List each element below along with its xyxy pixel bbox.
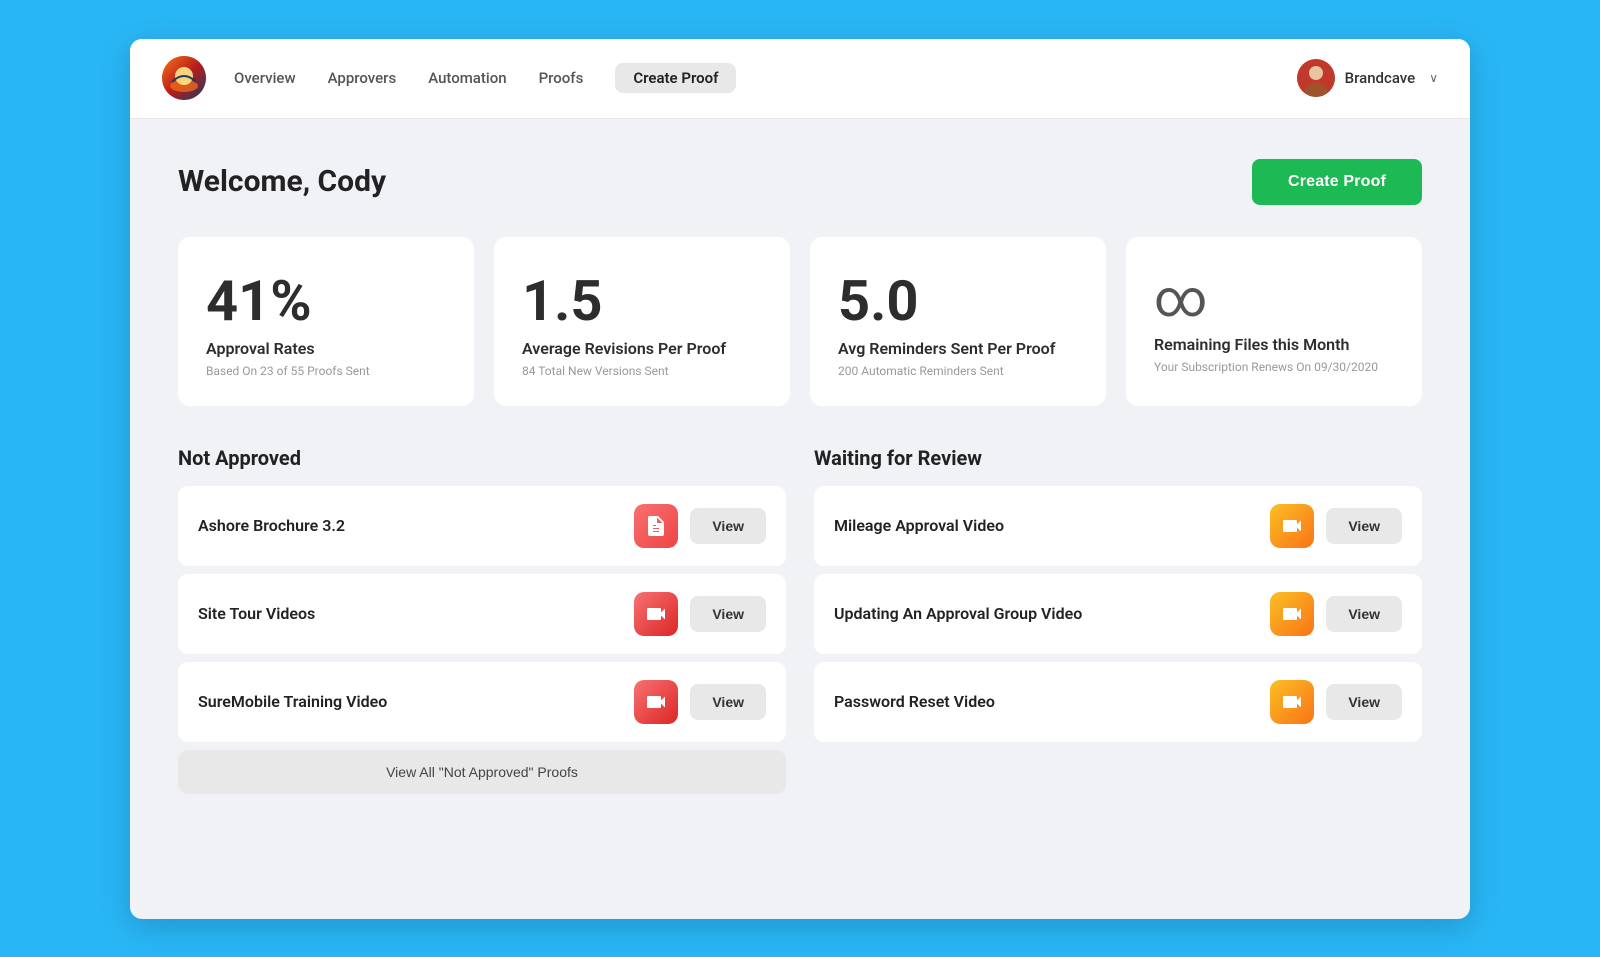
stat-card-approval: 41% Approval Rates Based On 23 of 55 Pro… <box>178 237 474 406</box>
view-proof-button[interactable]: View <box>690 596 766 632</box>
stat-label-files: Remaining Files this Month <box>1154 335 1349 354</box>
nav-create-proof[interactable]: Create Proof <box>615 63 736 93</box>
proof-actions: View <box>634 592 766 636</box>
view-all-not-approved-button[interactable]: View All "Not Approved" Proofs <box>178 750 786 794</box>
view-proof-button[interactable]: View <box>690 684 766 720</box>
proof-type-icon <box>1270 504 1314 548</box>
stat-sub-revisions: 84 Total New Versions Sent <box>522 364 669 378</box>
proof-actions: View <box>634 680 766 724</box>
stat-value-approval: 41% <box>206 273 312 329</box>
create-proof-button[interactable]: Create Proof <box>1252 159 1422 205</box>
main-content: Welcome, Cody Create Proof 41% Approval … <box>130 119 1470 834</box>
not-approved-section: Not Approved Ashore Brochure 3.2 View Si… <box>178 446 786 794</box>
proof-type-icon <box>634 680 678 724</box>
proof-name: Mileage Approval Video <box>834 516 1270 535</box>
not-approved-title: Not Approved <box>178 446 786 470</box>
stat-label-revisions: Average Revisions Per Proof <box>522 339 726 358</box>
stat-sub-reminders: 200 Automatic Reminders Sent <box>838 364 1004 378</box>
waiting-review-section: Waiting for Review Mileage Approval Vide… <box>814 446 1422 794</box>
view-proof-button[interactable]: View <box>1326 684 1402 720</box>
user-avatar <box>1297 59 1335 97</box>
user-name: Brandcave <box>1345 69 1416 87</box>
proof-actions: View <box>634 504 766 548</box>
view-proof-button[interactable]: View <box>1326 508 1402 544</box>
proof-type-icon <box>1270 592 1314 636</box>
proofs-row: Not Approved Ashore Brochure 3.2 View Si… <box>178 446 1422 794</box>
list-item: SureMobile Training Video View <box>178 662 786 742</box>
app-logo[interactable] <box>162 56 206 100</box>
stat-card-revisions: 1.5 Average Revisions Per Proof 84 Total… <box>494 237 790 406</box>
page-header: Welcome, Cody Create Proof <box>178 159 1422 205</box>
proof-actions: View <box>1270 592 1402 636</box>
list-item: Password Reset Video View <box>814 662 1422 742</box>
list-item: Mileage Approval Video View <box>814 486 1422 566</box>
proof-type-icon <box>1270 680 1314 724</box>
proof-name: Site Tour Videos <box>198 604 634 623</box>
stats-row: 41% Approval Rates Based On 23 of 55 Pro… <box>178 237 1422 406</box>
stat-value-reminders: 5.0 <box>838 273 919 329</box>
stat-value-revisions: 1.5 <box>522 273 603 329</box>
nav-links: Overview Approvers Automation Proofs Cre… <box>234 63 1297 93</box>
app-window: Overview Approvers Automation Proofs Cre… <box>130 39 1470 919</box>
proof-name: Ashore Brochure 3.2 <box>198 516 634 535</box>
proof-actions: View <box>1270 680 1402 724</box>
list-item: Site Tour Videos View <box>178 574 786 654</box>
user-menu[interactable]: Brandcave ∨ <box>1297 59 1438 97</box>
proof-type-icon <box>634 504 678 548</box>
nav-approvers[interactable]: Approvers <box>328 63 397 93</box>
proof-type-icon <box>634 592 678 636</box>
list-item: Ashore Brochure 3.2 View <box>178 486 786 566</box>
nav-proofs[interactable]: Proofs <box>539 63 584 93</box>
stat-label-approval: Approval Rates <box>206 339 315 358</box>
stat-card-reminders: 5.0 Avg Reminders Sent Per Proof 200 Aut… <box>810 237 1106 406</box>
navbar: Overview Approvers Automation Proofs Cre… <box>130 39 1470 119</box>
stat-card-files: ∞ Remaining Files this Month Your Subscr… <box>1126 237 1422 406</box>
list-item: Updating An Approval Group Video View <box>814 574 1422 654</box>
proof-name: Password Reset Video <box>834 692 1270 711</box>
proof-name: Updating An Approval Group Video <box>834 604 1270 623</box>
not-approved-list: Ashore Brochure 3.2 View Site Tour Video… <box>178 486 786 742</box>
nav-overview[interactable]: Overview <box>234 63 296 93</box>
stat-sub-files: Your Subscription Renews On 09/30/2020 <box>1154 360 1378 374</box>
stat-sub-approval: Based On 23 of 55 Proofs Sent <box>206 364 370 378</box>
stat-label-reminders: Avg Reminders Sent Per Proof <box>838 339 1055 358</box>
proof-actions: View <box>1270 504 1402 548</box>
waiting-review-title: Waiting for Review <box>814 446 1422 470</box>
nav-automation[interactable]: Automation <box>428 63 506 93</box>
chevron-down-icon: ∨ <box>1429 71 1438 85</box>
page-title: Welcome, Cody <box>178 164 386 199</box>
view-proof-button[interactable]: View <box>690 508 766 544</box>
view-proof-button[interactable]: View <box>1326 596 1402 632</box>
proof-name: SureMobile Training Video <box>198 692 634 711</box>
stat-value-files: ∞ <box>1154 273 1207 325</box>
waiting-review-list: Mileage Approval Video View Updating An … <box>814 486 1422 742</box>
